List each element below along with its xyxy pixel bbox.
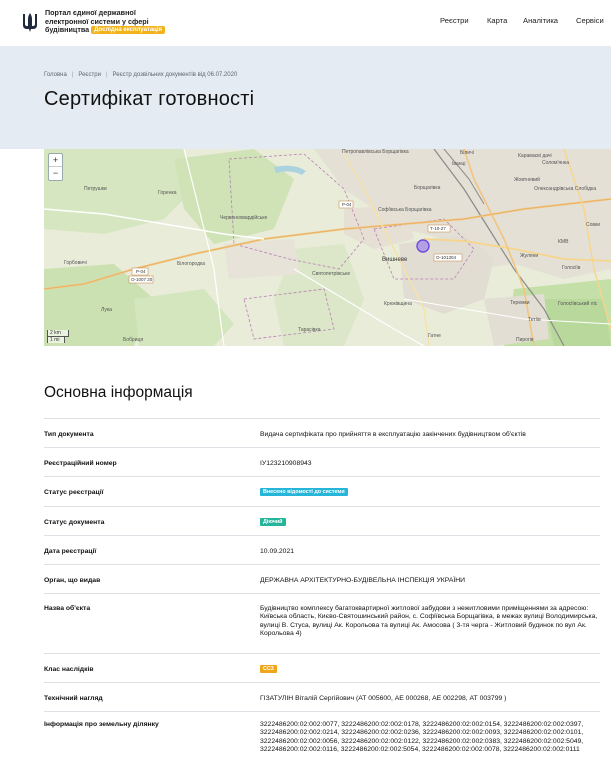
value-reg-number: ІУ123210908943 (260, 460, 312, 467)
value-doc-type: Видача сертифіката про прийняття в експл… (260, 431, 526, 438)
info-table: Тип документа Видача сертифіката про при… (44, 418, 600, 771)
nav-map[interactable]: Карта (487, 16, 507, 25)
map-scale: 2 km 1 mi (47, 330, 69, 343)
info-row-doc-status: Статус документа Діючий (44, 506, 600, 535)
map-label-zhuliany: Жуляни (520, 253, 538, 259)
map-label-hatne: Гатне (428, 333, 441, 339)
nav-registries[interactable]: Реєстри (440, 16, 469, 25)
info-row-reg-date: Дата реєстрації 10.09.2021 (44, 535, 600, 564)
map-label-sovky: Совки (586, 222, 600, 228)
map-label-bilohorodka: Білогородка (177, 261, 205, 267)
info-row-object: Назва об'єкта Будівництво комплексу бага… (44, 593, 600, 653)
map-label-o101304: О-101304 (436, 255, 457, 260)
map-label-petropavlivska: Петропавлівська Борщагівка (342, 149, 409, 155)
info-row-land: Інформація про земельну ділянку 32224862… (44, 711, 600, 771)
map-label-sofiivska: Софіївська Борщагівка (378, 207, 432, 213)
zoom-in-button[interactable]: + (49, 154, 62, 167)
map-label-vyshneve: Вишневе (382, 257, 408, 263)
map-label-borshchahivka: Борщагівка (414, 185, 441, 191)
map-label-kriukivshchyna: Крюківщина (384, 301, 412, 307)
map-zoom-control: + − (48, 153, 63, 181)
map-label-bilychi: Біличі (460, 150, 474, 156)
site-header: Портал єдиної державної електронної сист… (0, 0, 611, 46)
label-doc-type: Тип документа (44, 431, 94, 438)
map-label-teremky: Теремки (510, 300, 530, 306)
map-label-chervonohvardiiske: Червонохвардійське (220, 214, 267, 221)
map-label-solomianka: Солом'янка (542, 160, 569, 166)
label-object: Назва об'єкта (44, 605, 91, 612)
nav-analytics[interactable]: Аналітика (523, 16, 558, 25)
map-label-o100720: О-1007 20 (131, 277, 153, 282)
nav-services[interactable]: Сервіси (576, 16, 604, 25)
breadcrumb: Головна | Реєстри | Реєстр дозвільних докуме… (44, 72, 238, 78)
scale-km: 2 km (47, 330, 69, 337)
map-label-p04b: Р-04 (342, 202, 352, 207)
logo-line-3: будівництва (45, 25, 90, 35)
map-label-karavayevi: Караваєві дачі (518, 153, 552, 159)
breadcrumb-registries[interactable]: Реєстри (78, 72, 101, 78)
value-supervision: ГІЗАТУЛІН Віталій Сергійович (АТ 005600,… (260, 695, 507, 702)
map-label-t1027: Т-10-27 (430, 226, 446, 231)
beta-badge: Дослідна експлуатація (91, 26, 166, 35)
doc-status-badge: Діючий (260, 518, 286, 526)
info-row-reg-number: Реєстраційний номер ІУ123210908943 (44, 447, 600, 476)
map-label-oleksandrivska: Олександрівська Слобідка (534, 186, 596, 192)
map-label-tetiiv: Тетіїв (528, 317, 541, 323)
map-label-r04: Р-04 (136, 269, 146, 274)
location-map[interactable]: Петропавлівська Борщагівка Біличі Іванці… (44, 149, 611, 346)
reg-status-badge: Внесено відомості до системи (260, 488, 348, 496)
info-row-supervision: Технічний нагляд ГІЗАТУЛІН Віталій Сергі… (44, 682, 600, 711)
map-tiles: Петропавлівська Борщагівка Біличі Іванці… (44, 149, 611, 346)
zoom-out-button[interactable]: − (49, 167, 62, 180)
label-doc-status: Статус документа (44, 519, 105, 526)
location-marker-icon[interactable] (416, 239, 430, 253)
map-label-hlevakha: Голосіївський ліс (558, 300, 598, 307)
trident-logo-icon[interactable] (22, 11, 38, 33)
map-label-petrushky: Петрушки (84, 186, 107, 192)
map-label-horbovychi: Горбовичі (64, 260, 87, 266)
value-issuer: ДЕРЖАВНА АРХІТЕКТУРНО-БУДІВЕЛЬНА ІНСПЕКЦ… (260, 577, 466, 584)
label-reg-number: Реєстраційний номер (44, 460, 117, 467)
info-row-doc-type: Тип документа Видача сертифіката про при… (44, 418, 600, 447)
label-class: Клас наслідків (44, 666, 94, 673)
info-row-reg-status: Статус реєстрації Внесено відомості до с… (44, 476, 600, 506)
map-label-luka: Лука (101, 307, 112, 313)
map-label-tarasivka: Тарасівка (298, 327, 321, 333)
map-label-pirohiv: Пирогів (516, 337, 534, 343)
class-badge: СС3 (260, 665, 277, 673)
value-object: Будівництво комплексу багатоквартирної ж… (260, 605, 598, 637)
label-reg-date: Дата реєстрації (44, 548, 97, 555)
map-label-bobrytsia: Бобриця (123, 337, 143, 343)
breadcrumb-registry[interactable]: Реєстр дозвільних документів від 06.07.2… (113, 72, 238, 78)
page-title: Сертифікат готовності (44, 88, 255, 110)
map-label-horenka: Горенка (158, 190, 177, 196)
info-row-issuer: Орган, що видав ДЕРЖАВНА АРХІТЕКТУРНО-БУ… (44, 564, 600, 593)
label-land: Інформація про земельну ділянку (44, 721, 159, 728)
map-label-svyatopetrivske: Святопетрівське (312, 271, 350, 277)
section-title: Основна інформація (44, 384, 193, 401)
value-reg-date: 10.09.2021 (260, 548, 295, 555)
info-row-class: Клас наслідків СС3 (44, 653, 600, 682)
label-issuer: Орган, що видав (44, 577, 101, 584)
hero-banner: Головна | Реєстри | Реєстр дозвільних докуме… (0, 46, 611, 149)
logo-text[interactable]: Портал єдиної державної електронної сист… (45, 8, 166, 35)
map-label-kmv: КМВ (558, 239, 569, 245)
map-label-ivantsi: Іванці (452, 161, 466, 167)
label-supervision: Технічний нагляд (44, 695, 103, 702)
label-reg-status: Статус реєстрації (44, 489, 104, 496)
scale-mi: 1 mi (47, 336, 65, 343)
breadcrumb-home[interactable]: Головна (44, 72, 67, 78)
map-label-zhovtnevyi: Жовтневий (514, 176, 540, 183)
map-label-holosiiv: Голосіїв (562, 265, 581, 271)
value-land: 3222486200:02:002:0077, 3222486200:02:00… (260, 721, 584, 753)
